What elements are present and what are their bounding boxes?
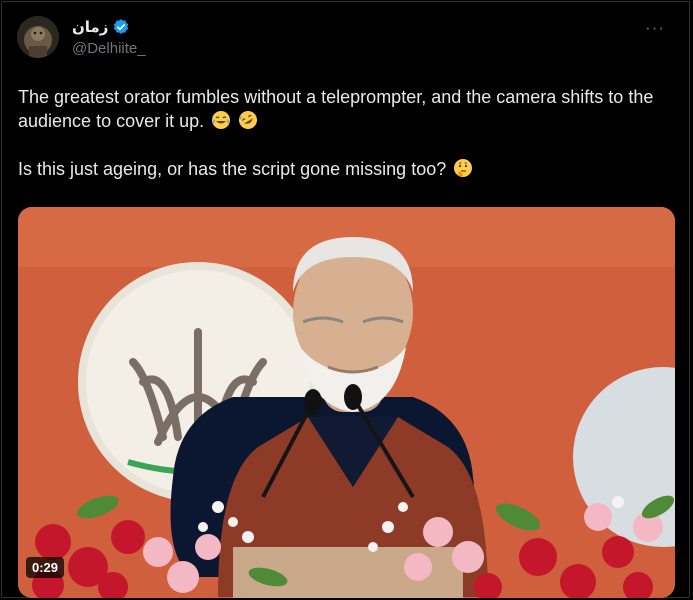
tweet-text-line-1: The greatest orator fumbles without a te…: [18, 87, 654, 131]
face-with-tears-of-joy-icon: [212, 111, 231, 129]
tweet-text-line-2: Is this just ageing, or has the script g…: [18, 159, 447, 179]
more-options-icon[interactable]: ···: [645, 18, 665, 38]
author-name-row: زمان: [72, 18, 130, 36]
tweet-paragraph-2: Is this just ageing, or has the script g…: [18, 157, 678, 181]
thinking-face-icon: [454, 159, 473, 177]
video-player[interactable]: 0:29: [18, 207, 675, 598]
tweet-card: زمان @Delhiite_ ··· The greatest orator …: [1, 1, 690, 598]
display-name[interactable]: زمان: [72, 18, 108, 36]
rolling-on-floor-laughing-icon: [239, 111, 258, 129]
tweet-text: The greatest orator fumbles without a te…: [18, 85, 678, 181]
author-handle[interactable]: @Delhiite_: [72, 40, 146, 57]
tweet-paragraph-1: The greatest orator fumbles without a te…: [18, 85, 678, 133]
video-frame: [18, 207, 675, 598]
verified-badge-icon: [114, 19, 129, 34]
avatar[interactable]: [17, 16, 59, 58]
video-duration-badge: 0:29: [26, 557, 65, 578]
